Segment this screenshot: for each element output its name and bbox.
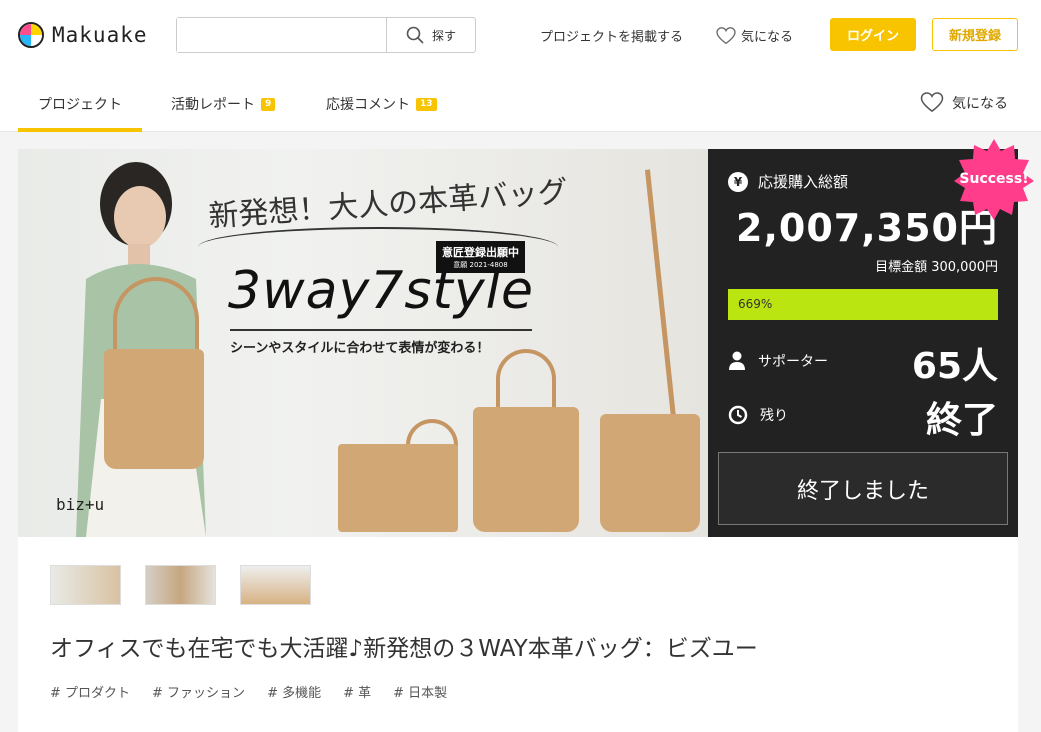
search-button-label: 探す [431, 28, 456, 43]
thumbnail-1[interactable] [50, 565, 121, 605]
bag-strap [113, 277, 199, 357]
tag-item[interactable]: # ファッション [152, 682, 245, 701]
favorite-button[interactable]: 気になる [920, 92, 1008, 113]
remaining-value: 終了 [925, 400, 998, 441]
thumbnail-2[interactable] [145, 565, 216, 605]
tab-activity-report-label: 活動レポート [171, 97, 255, 113]
project-title: オフィスでも在宅でも大活躍♪新発想の３WAY本革バッグ：ビズユー [50, 636, 758, 662]
supporters-row: サポーター [728, 351, 828, 371]
progress-bar: 669% [728, 289, 998, 320]
logo-text: Makuake [52, 23, 148, 47]
remaining-label: 残り [760, 408, 788, 424]
search-button[interactable]: 探す [386, 18, 475, 52]
tab-comments[interactable]: 応援コメント 13 [326, 94, 437, 114]
registration-text: 意匠登録出願中 [442, 246, 519, 259]
success-badge: Success! [952, 137, 1036, 221]
hero-image[interactable]: 新発想！大人の本革バッグ 意匠登録出願中 意願 2021-4808 3way7s… [18, 149, 708, 537]
tab-project-label: プロジェクト [38, 97, 122, 113]
tag-list: # プロダクト # ファッション # 多機能 # 革 # 日本製 [50, 682, 447, 701]
progress-label: 669% [738, 297, 773, 311]
tag-item[interactable]: # 革 [343, 682, 371, 701]
remaining-row: 残り [728, 405, 788, 425]
heart-icon [920, 92, 944, 113]
tag-item[interactable]: # プロダクト [50, 682, 130, 701]
bag-handle [496, 349, 556, 409]
search-input[interactable] [177, 18, 386, 52]
bag-shoulder [104, 349, 204, 469]
login-button[interactable]: ログイン [830, 18, 916, 51]
supporters-label: サポーター [758, 354, 828, 370]
clock-icon [728, 405, 748, 425]
favorites-label: 気になる [741, 30, 794, 45]
comments-count-badge: 13 [416, 97, 437, 111]
favorite-button-label: 気になる [952, 95, 1008, 112]
success-badge-label: Success! [959, 171, 1029, 187]
tag-item[interactable]: # 多機能 [267, 682, 321, 701]
bag-long-strap [644, 169, 677, 419]
goal-amount: 目標金額 300,000円 [875, 260, 998, 275]
tab-comments-label: 応援コメント [326, 97, 410, 113]
project-tabbar: プロジェクト 活動レポート 9 応援コメント 13 気になる [0, 70, 1041, 132]
logo-mark-icon [18, 22, 44, 48]
hero-subtitle: シーンやスタイルに合わせて表情が変わる！ [230, 341, 490, 356]
ended-button[interactable]: 終了しました [718, 452, 1008, 525]
yen-icon: ¥ [728, 171, 748, 192]
hero-underline [230, 329, 532, 331]
favorites-link[interactable]: 気になる [716, 26, 793, 45]
search-icon [406, 26, 424, 44]
project-info: オフィスでも在宅でも大活躍♪新発想の３WAY本革バッグ：ビズユー # プロダクト… [18, 537, 1018, 732]
tab-activity-report[interactable]: 活動レポート 9 [171, 94, 276, 114]
site-header: Makuake 探す プロジェクトを掲載する 気になる ログイン 新規登録 [0, 0, 1041, 70]
post-project-link[interactable]: プロジェクトを掲載する [540, 26, 683, 45]
bag-tote [338, 444, 458, 532]
bag-handle [406, 419, 458, 447]
hero-catchphrase: 新発想！大人の本革バッグ [207, 174, 570, 235]
total-label-row: ¥ 応援購入総額 [728, 171, 848, 192]
post-project-label: プロジェクトを掲載する [540, 30, 684, 45]
thumbnail-3[interactable] [240, 565, 311, 605]
bag-hobo [473, 407, 579, 532]
search-box: 探す [176, 17, 476, 53]
activity-report-count-badge: 9 [261, 97, 276, 111]
person-icon [729, 351, 745, 370]
makuake-logo[interactable]: Makuake [18, 22, 148, 48]
brand-mark: biz+u [56, 495, 105, 514]
hero-style-text: 3way7style [228, 261, 535, 321]
tab-project[interactable]: プロジェクト [18, 94, 142, 132]
tag-item[interactable]: # 日本製 [393, 682, 447, 701]
signup-button[interactable]: 新規登録 [932, 18, 1018, 51]
heart-icon [716, 26, 736, 44]
bag-crossbody [600, 414, 700, 532]
supporters-value: 65人 [911, 346, 998, 387]
total-label: 応援購入総額 [758, 173, 849, 191]
